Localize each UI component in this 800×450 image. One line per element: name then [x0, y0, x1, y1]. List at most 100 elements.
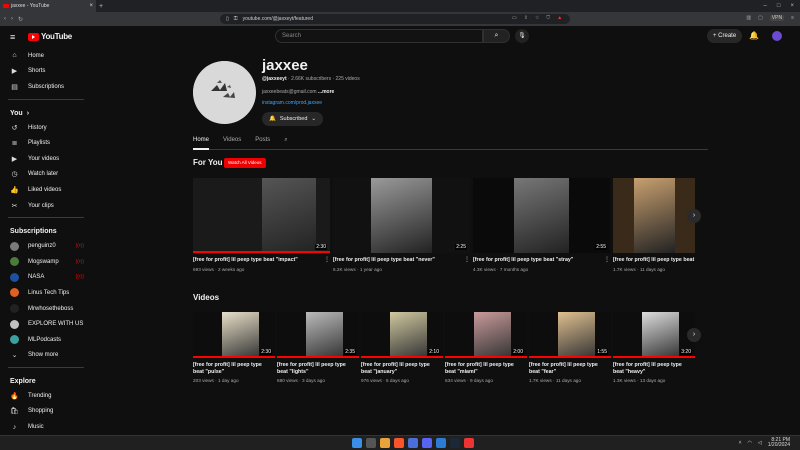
tab-home[interactable]: Home [193, 137, 210, 150]
tab-posts[interactable]: Posts [255, 137, 270, 149]
subscription-item[interactable]: Linus Tech Tips [0, 285, 92, 301]
volume-icon[interactable]: ◁ [758, 440, 762, 446]
windows-start-icon[interactable] [352, 438, 362, 448]
close-window-icon[interactable]: × [790, 3, 794, 9]
video-thumbnail[interactable]: 2:30 [193, 178, 330, 253]
you-heading[interactable]: You › [0, 104, 92, 120]
voice-search-button[interactable]: 🎙 [515, 29, 529, 43]
wifi-icon[interactable]: ◠ [748, 440, 752, 446]
reload-icon[interactable]: ↻ [18, 16, 23, 23]
brave-browser-icon[interactable] [394, 438, 404, 448]
forward-icon[interactable]: › [11, 16, 13, 22]
more-options-icon[interactable]: ⋮ [604, 256, 610, 263]
video-title[interactable]: beat "pulse" [193, 369, 224, 376]
minimize-icon[interactable]: – [764, 3, 767, 9]
shield-icon[interactable]: ⛉ [546, 15, 550, 21]
more-options-icon[interactable]: ⋮ [324, 256, 330, 263]
subscription-item[interactable]: EXPLORE WITH US [0, 316, 92, 332]
close-tab-icon[interactable]: × [89, 3, 93, 9]
show-more-button[interactable]: ⌄ Show more [0, 348, 92, 364]
watch-all-videos-button[interactable]: Watch All Videos [224, 158, 266, 168]
sidebar-item-trending[interactable]: 🔥 Trending [0, 388, 92, 404]
app-icon[interactable] [464, 438, 474, 448]
file-explorer-icon[interactable] [380, 438, 390, 448]
subscription-item[interactable]: Mrwhosetheboss [0, 301, 92, 317]
sidebar-item-music[interactable]: ♪ Music [0, 419, 92, 435]
extension-icon[interactable]: ▲ [557, 15, 562, 21]
video-thumbnail[interactable]: 2:30 [193, 312, 275, 358]
sidebar-item-subscriptions[interactable]: ▤ Subscriptions [0, 79, 92, 95]
back-icon[interactable]: ‹ [4, 16, 6, 22]
video-title[interactable]: beat "heavy" [613, 369, 645, 376]
sidebar-item-playlists[interactable]: ≣ Playlists [0, 135, 92, 151]
search-input[interactable]: Search [275, 29, 483, 43]
star-icon[interactable]: ☆ [535, 15, 539, 21]
video-title[interactable]: [free for profit] lil peep type [529, 362, 598, 369]
video-title[interactable]: [free for profit] lil peep type [193, 362, 262, 369]
share-icon[interactable]: ⇪ [524, 15, 528, 21]
vpn-button[interactable]: VPN [769, 15, 785, 21]
notifications-bell-icon[interactable]: 🔔 [749, 31, 759, 40]
video-thumbnail[interactable]: 2:10 [361, 312, 443, 358]
subscription-item[interactable]: penguinz0 ((•)) [0, 238, 92, 254]
sidebar-item-shorts[interactable]: ▶ Shorts [0, 64, 92, 80]
sidebar-item-your-clips[interactable]: ✂ Your clips [0, 198, 92, 214]
video-title[interactable]: [free for profit] lil peep type beat " [613, 257, 695, 264]
bookmark-icon[interactable]: ▯ [226, 16, 229, 22]
more-options-icon[interactable]: ⋮ [464, 256, 470, 263]
discord-icon[interactable] [422, 438, 432, 448]
sidebar-item-liked-videos[interactable]: 👍 Liked videos [0, 182, 92, 198]
menu-icon[interactable]: ≡ [791, 15, 794, 21]
task-view-icon[interactable] [366, 438, 376, 448]
video-title[interactable]: beat "lights" [277, 369, 309, 376]
new-tab-icon[interactable]: + [99, 3, 103, 10]
video-title[interactable]: [free for profit] lil peep type beat "ne… [333, 257, 458, 264]
video-thumbnail[interactable]: 3:20 [613, 312, 695, 358]
sidebar-toggle-icon[interactable]: ▥ [746, 15, 751, 21]
subscribed-button[interactable]: 🔔 Subscribed ⌄ [262, 112, 323, 126]
maximize-icon[interactable]: □ [777, 3, 781, 9]
video-title[interactable]: [free for profit] lil peep type [277, 362, 346, 369]
video-title[interactable]: beat "fear" [529, 369, 556, 376]
sidebar-item-your-videos[interactable]: ▶ Your videos [0, 151, 92, 167]
channel-avatar[interactable] [193, 61, 256, 124]
sidebar-item-home[interactable]: ⌂ Home [0, 48, 92, 64]
video-title[interactable]: beat "january" [361, 369, 397, 376]
chevron-up-icon[interactable]: ˄ [739, 440, 742, 446]
video-thumbnail[interactable]: 1:55 [529, 312, 611, 358]
video-title[interactable]: [free for profit] lil peep type beat "st… [473, 257, 598, 264]
carousel-next-button[interactable]: › [687, 328, 701, 342]
screenshot-icon[interactable]: ▭ [512, 15, 517, 21]
tab-videos[interactable]: Videos [223, 137, 241, 149]
video-thumbnail[interactable]: 2:00 [445, 312, 527, 358]
carousel-next-button[interactable]: › [687, 209, 701, 223]
video-thumbnail[interactable]: 2:25 [333, 178, 470, 253]
sidebar-item-history[interactable]: ↺ History [0, 120, 92, 136]
app-icon[interactable] [436, 438, 446, 448]
video-title[interactable]: [free for profit] lil peep type beat "im… [193, 257, 318, 264]
subscription-item[interactable]: NASA ((•)) [0, 270, 92, 286]
video-title[interactable]: [free for profit] lil peep type [445, 362, 514, 369]
video-title[interactable]: [free for profit] lil peep type [613, 362, 682, 369]
wallet-icon[interactable]: ▢ [758, 15, 763, 21]
sidebar-item-watch-later[interactable]: ◷ Watch later [0, 167, 92, 183]
account-avatar[interactable] [772, 31, 782, 41]
search-icon[interactable]: ⌕ [284, 137, 287, 149]
video-thumbnail[interactable]: 2:35 [277, 312, 359, 358]
sidebar-item-shopping[interactable]: 🛍 Shopping [0, 404, 92, 420]
channel-description[interactable]: jaxxeebeats@gmail.com ...more [262, 89, 334, 95]
browser-tab[interactable]: jaxxee - YouTube × [0, 0, 96, 12]
video-title[interactable]: beat "miami" [445, 369, 478, 376]
steam-icon[interactable] [450, 438, 460, 448]
description-more-link[interactable]: ...more [318, 89, 334, 95]
clock[interactable]: 8:21 PM 1/20/2024 [768, 438, 790, 448]
subscription-item[interactable]: MLPodcasts [0, 332, 92, 348]
video-thumbnail[interactable]: 2:55 [473, 178, 610, 253]
channel-external-link[interactable]: instagram.com/prod.jaxxee [262, 100, 322, 106]
video-thumbnail[interactable] [613, 178, 695, 253]
app-icon[interactable] [408, 438, 418, 448]
subscription-item[interactable]: Mogswamp ((•)) [0, 254, 92, 270]
search-button[interactable]: ⌕ [483, 29, 510, 43]
create-button[interactable]: + Create [707, 29, 743, 43]
video-title[interactable]: [free for profit] lil peep type [361, 362, 430, 369]
